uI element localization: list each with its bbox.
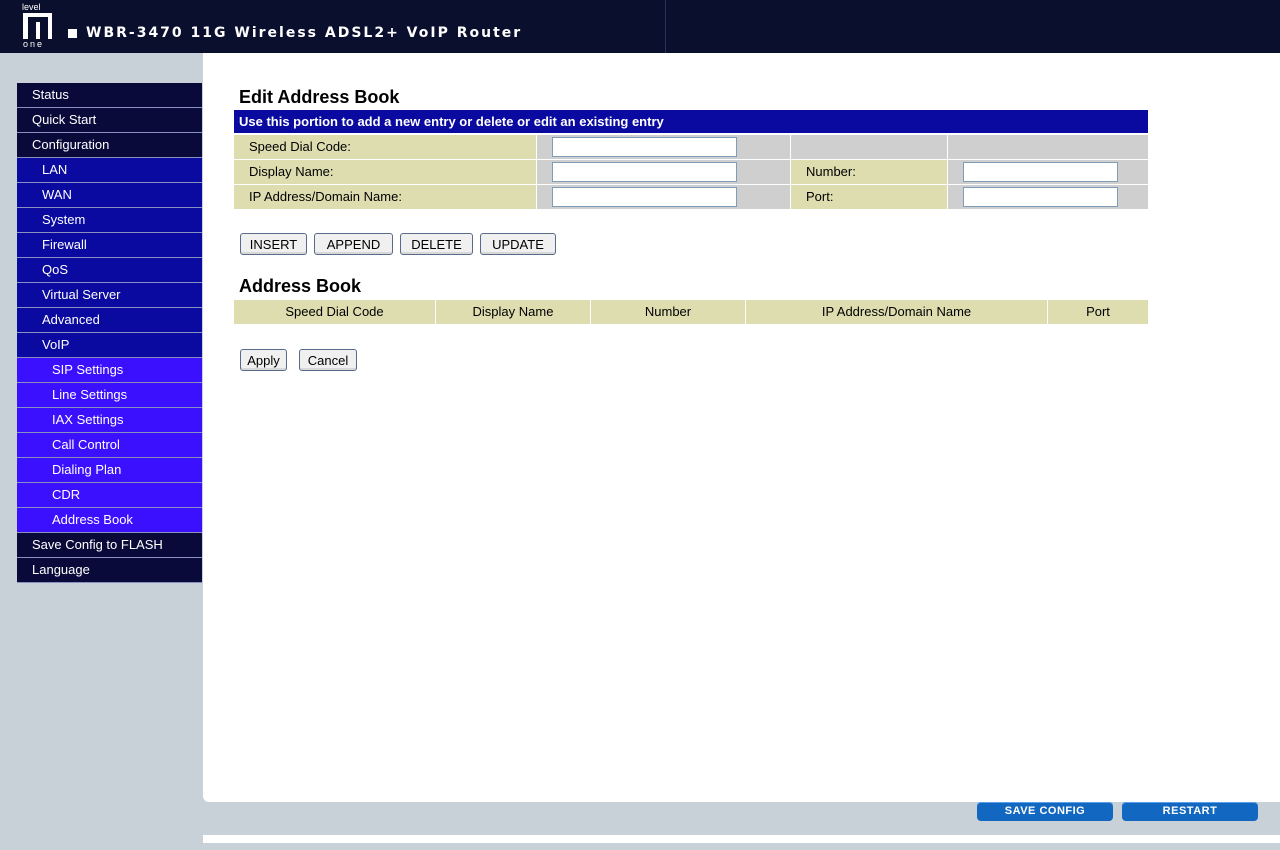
save-config-button[interactable]: SAVE CONFIG <box>977 802 1113 821</box>
logo-text-top: level <box>22 2 41 12</box>
levelone-logo: level one <box>20 2 56 50</box>
form-row-ip: IP Address/Domain Name: Port: <box>234 185 1148 209</box>
sidebar-item-voip[interactable]: VoIP <box>17 333 202 358</box>
restart-button[interactable]: RESTART <box>1122 802 1258 821</box>
sidebar-item-quick-start[interactable]: Quick Start <box>17 108 202 133</box>
number-label: Number: <box>791 160 947 184</box>
number-input[interactable] <box>963 162 1118 182</box>
edit-banner: Use this portion to add a new entry or d… <box>234 110 1148 133</box>
footer-strip <box>203 835 1280 843</box>
sidebar-item-language[interactable]: Language <box>17 558 202 583</box>
header-bar: level one WBR-3470 11G Wireless ADSL2+ V… <box>0 0 1280 53</box>
port-input[interactable] <box>963 187 1118 207</box>
sidebar-item-virtual-server[interactable]: Virtual Server <box>17 283 202 308</box>
empty-cell <box>791 135 947 159</box>
sidebar-item-status[interactable]: Status <box>17 83 202 108</box>
header-divider <box>665 0 666 53</box>
sidebar-item-line-settings[interactable]: Line Settings <box>17 383 202 408</box>
port-label: Port: <box>791 185 947 209</box>
display-name-input[interactable] <box>552 162 737 182</box>
ip-domain-label: IP Address/Domain Name: <box>234 185 536 209</box>
sidebar-item-dialing-plan[interactable]: Dialing Plan <box>17 458 202 483</box>
display-name-label: Display Name: <box>234 160 536 184</box>
delete-button[interactable]: DELETE <box>400 233 473 255</box>
sidebar-item-configuration[interactable]: Configuration <box>17 133 202 158</box>
logo-text-bottom: one <box>23 39 45 49</box>
column-header-number: Number <box>591 300 745 324</box>
title-square-icon <box>68 29 77 38</box>
sidebar-item-firewall[interactable]: Firewall <box>17 233 202 258</box>
main-content: Edit Address Book Use this portion to ad… <box>203 53 1280 802</box>
sidebar-item-cdr[interactable]: CDR <box>17 483 202 508</box>
sidebar-item-system[interactable]: System <box>17 208 202 233</box>
number-cell <box>948 160 1148 184</box>
insert-button[interactable]: INSERT <box>240 233 307 255</box>
speed-dial-input[interactable] <box>552 137 737 157</box>
sidebar-nav: Status Quick Start Configuration LAN WAN… <box>17 83 202 583</box>
update-button[interactable]: UPDATE <box>480 233 556 255</box>
address-book-title: Address Book <box>239 276 362 296</box>
empty-cell <box>948 135 1148 159</box>
sidebar-item-qos[interactable]: QoS <box>17 258 202 283</box>
speed-dial-label: Speed Dial Code: <box>234 135 536 159</box>
apply-button[interactable]: Apply <box>240 349 287 371</box>
address-book-table-header: Speed Dial Code Display Name Number IP A… <box>234 300 1148 324</box>
cancel-button[interactable]: Cancel <box>299 349 357 371</box>
sidebar-item-address-book[interactable]: Address Book <box>17 508 202 533</box>
sidebar-item-save-config[interactable]: Save Config to FLASH <box>17 533 202 558</box>
ip-domain-input[interactable] <box>552 187 737 207</box>
app-title: WBR-3470 11G Wireless ADSL2+ VoIP Router <box>86 25 523 41</box>
column-header-speed-dial-code: Speed Dial Code <box>234 300 435 324</box>
sidebar-item-iax-settings[interactable]: IAX Settings <box>17 408 202 433</box>
port-cell <box>948 185 1148 209</box>
sidebar-item-call-control[interactable]: Call Control <box>17 433 202 458</box>
sidebar-item-sip-settings[interactable]: SIP Settings <box>17 358 202 383</box>
append-button[interactable]: APPEND <box>314 233 393 255</box>
form-row-speed-dial: Speed Dial Code: <box>234 135 1148 159</box>
display-name-cell <box>537 160 790 184</box>
column-header-port: Port <box>1048 300 1148 324</box>
form-row-display-name: Display Name: Number: <box>234 160 1148 184</box>
ip-domain-cell <box>537 185 790 209</box>
column-header-display-name: Display Name <box>436 300 590 324</box>
column-header-ip-domain: IP Address/Domain Name <box>746 300 1047 324</box>
sidebar-item-wan[interactable]: WAN <box>17 183 202 208</box>
sidebar-item-advanced[interactable]: Advanced <box>17 308 202 333</box>
edit-address-book-title: Edit Address Book <box>239 87 400 107</box>
speed-dial-cell <box>537 135 790 159</box>
sidebar-item-lan[interactable]: LAN <box>17 158 202 183</box>
logo-mark <box>23 13 52 39</box>
